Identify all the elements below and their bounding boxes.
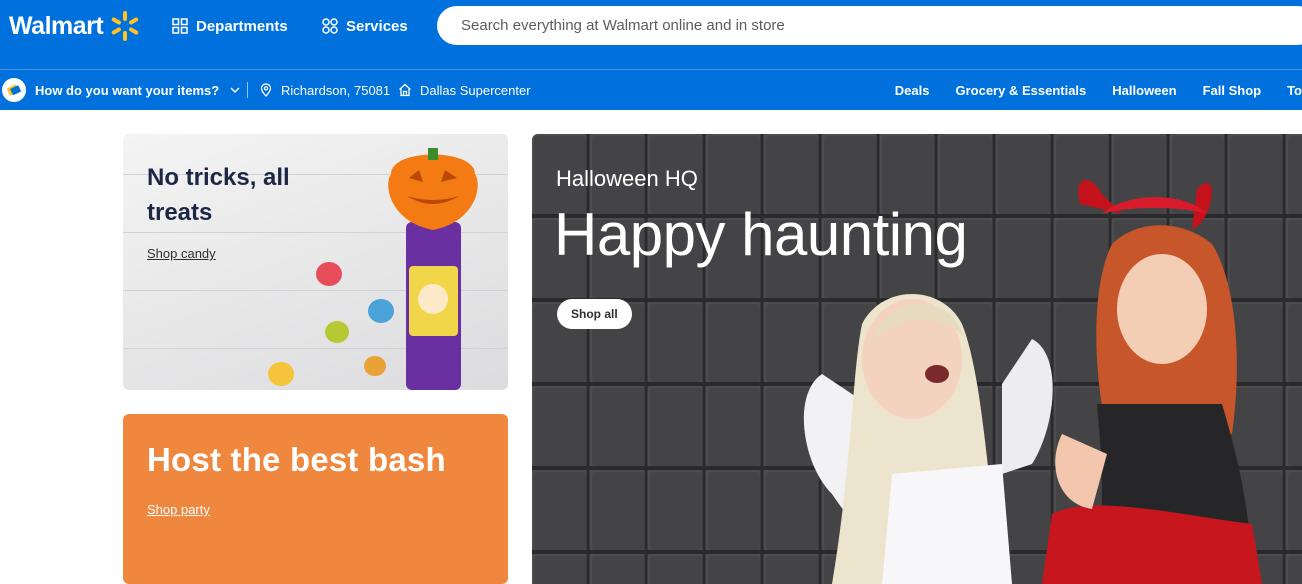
- nav-links: Deals Grocery & Essentials Halloween Fal…: [895, 70, 1302, 110]
- search-bar: [437, 6, 1302, 45]
- chevron-down-icon: [230, 87, 240, 94]
- nav-link-fall-shop[interactable]: Fall Shop: [1203, 83, 1262, 98]
- location-selector[interactable]: Richardson, 75081: [259, 70, 390, 110]
- candy-promo-card[interactable]: No tricks, all treats Shop candy: [123, 134, 508, 390]
- nav-link-deals[interactable]: Deals: [895, 83, 930, 98]
- services-icon: [322, 18, 338, 34]
- walmart-logo[interactable]: Walmart: [9, 10, 141, 42]
- services-label: Services: [346, 17, 408, 35]
- location-text: Richardson, 75081: [281, 82, 391, 98]
- shop-all-button[interactable]: Shop all: [557, 299, 632, 329]
- halloween-hero-banner[interactable]: Halloween HQ Happy haunting Shop all: [532, 134, 1302, 584]
- hero-eyebrow: Halloween HQ: [556, 166, 698, 191]
- secondary-nav: How do you want your items? Richardson, …: [0, 69, 1302, 110]
- party-promo-card[interactable]: Host the best bash Shop party: [123, 414, 508, 584]
- nav-link-truncated[interactable]: To: [1287, 83, 1302, 98]
- departments-label: Departments: [196, 17, 288, 35]
- store-icon: [399, 83, 411, 97]
- store-text: Dallas Supercenter: [420, 82, 531, 98]
- nav-link-grocery[interactable]: Grocery & Essentials: [955, 83, 1086, 98]
- store-selector[interactable]: Dallas Supercenter: [398, 70, 531, 110]
- services-button[interactable]: Services: [322, 16, 408, 36]
- grid-icon: [172, 18, 188, 34]
- logo-text: Walmart: [9, 11, 104, 40]
- nav-link-halloween[interactable]: Halloween: [1112, 83, 1176, 98]
- search-input[interactable]: [461, 17, 1261, 34]
- party-card-title: Host the best bash: [147, 441, 446, 478]
- candy-card-title: No tricks, all treats: [147, 164, 290, 226]
- divider: [247, 82, 248, 98]
- spark-icon: [111, 11, 139, 41]
- fulfillment-prompt: How do you want your items?: [35, 82, 220, 98]
- delivery-icon: [2, 78, 26, 102]
- hero-title: Happy haunting: [554, 201, 968, 268]
- departments-button[interactable]: Departments: [172, 16, 288, 36]
- fulfillment-selector[interactable]: How do you want your items?: [35, 70, 241, 110]
- shop-candy-link[interactable]: Shop candy: [147, 246, 216, 261]
- top-header: Walmart Departments Services Search ever…: [0, 0, 1302, 69]
- map-pin-icon: [260, 83, 272, 97]
- shop-party-link[interactable]: Shop party: [147, 502, 210, 517]
